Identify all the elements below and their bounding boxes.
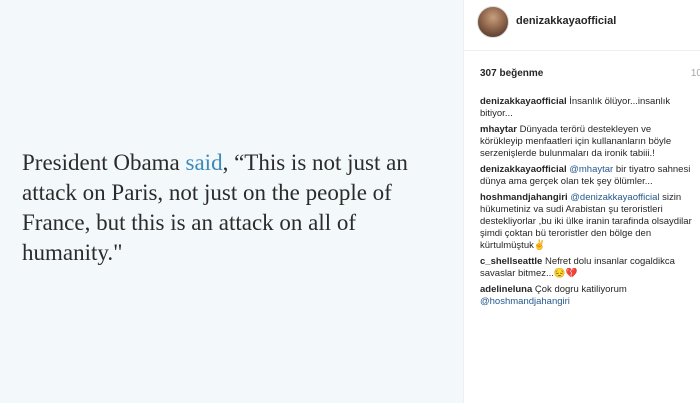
comment-author[interactable]: c_shellseattle (480, 256, 542, 267)
username-link[interactable]: denizakkayaofficial (516, 15, 616, 27)
comment: hoshmandjahangiri @denizakkayaofficial s… (480, 192, 695, 252)
comment-mention[interactable]: @mhaytar (567, 164, 613, 175)
comment-text: Çok dogru katiliyorum (532, 284, 627, 295)
comment-author[interactable]: hoshmandjahangiri (480, 192, 568, 203)
comment: mhaytar Dünyada terörü destekleyen ve kö… (480, 124, 695, 160)
comment-author[interactable]: denizakkayaofficial (480, 96, 567, 107)
quote-text: President Obama said, “This is not just … (22, 148, 452, 268)
quote-text-start: President Obama (22, 150, 186, 175)
comment: denizakkayaofficial İnsanlık ölüyor...in… (480, 96, 695, 120)
quote-link: said (185, 150, 223, 175)
stats-row: 307 beğenme 10s (480, 68, 700, 84)
post-image[interactable]: President Obama said, “This is not just … (0, 0, 463, 403)
comment-mention[interactable]: @hoshmandjahangiri (480, 296, 570, 307)
likes-count[interactable]: 307 beğenme (480, 68, 543, 79)
comment-author[interactable]: mhaytar (480, 124, 517, 135)
post-time[interactable]: 10s (691, 68, 700, 79)
comments-list: denizakkayaofficial İnsanlık ölüyor...in… (480, 96, 695, 312)
post-header: denizakkayaofficial (464, 0, 700, 51)
avatar[interactable] (477, 6, 509, 38)
comment: adelineluna Çok dogru katiliyorum @hoshma… (480, 284, 695, 308)
post-sidebar: denizakkayaofficial 307 beğenme 10s deni… (463, 0, 700, 403)
comment-mention[interactable]: @denizakkayaofficial (568, 192, 659, 203)
comment-author[interactable]: denizakkayaofficial (480, 164, 567, 175)
comment-author[interactable]: adelineluna (480, 284, 532, 295)
comment: c_shellseattle Nefret dolu insanlar coga… (480, 256, 695, 280)
instagram-post-view: President Obama said, “This is not just … (0, 0, 700, 403)
comment: denizakkayaofficial @mhaytar bir tiyatro… (480, 164, 695, 188)
